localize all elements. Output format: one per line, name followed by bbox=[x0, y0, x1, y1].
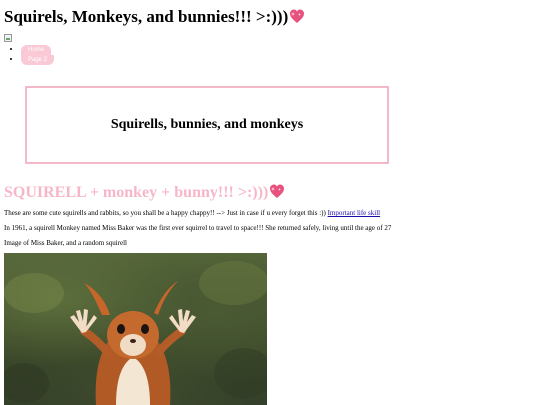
sparkling-heart-icon bbox=[290, 9, 305, 23]
intro-paragraph: These are some cute squirells and rabbit… bbox=[4, 209, 380, 218]
image-caption: Image of Miss Baker, and a random squire… bbox=[4, 239, 127, 247]
header-banner: Squirells, bunnies, and monkeys bbox=[25, 86, 389, 164]
section-heading-text: SQUIRELL + monkey + bunny!!! >:))) bbox=[4, 184, 269, 201]
sparkling-heart-icon bbox=[270, 184, 285, 198]
squirrel-photo bbox=[4, 253, 267, 405]
section-heading: SQUIRELL + monkey + bunny!!! >:))) bbox=[4, 184, 285, 202]
page-title-text: Squirels, Monkeys, and bunnies!!! >:))) bbox=[4, 7, 289, 26]
broken-image-icon bbox=[4, 34, 12, 42]
intro-text: These are some cute squirells and rabbit… bbox=[4, 209, 328, 217]
nav-item-home: Home bbox=[21, 44, 54, 55]
nav-link-page-2[interactable]: Page 2 bbox=[21, 55, 55, 65]
nav-item-page-2: Page 2 bbox=[21, 54, 55, 65]
fact-paragraph: In 1961, a squirell Monkey named Miss Ba… bbox=[4, 224, 392, 232]
page-title: Squirels, Monkeys, and bunnies!!! >:))) bbox=[4, 7, 305, 27]
nav-menu: Home Page 2 bbox=[0, 44, 55, 65]
banner-title: Squirells, bunnies, and monkeys bbox=[110, 117, 304, 132]
important-life-skill-link[interactable]: Important life skill bbox=[328, 209, 381, 217]
